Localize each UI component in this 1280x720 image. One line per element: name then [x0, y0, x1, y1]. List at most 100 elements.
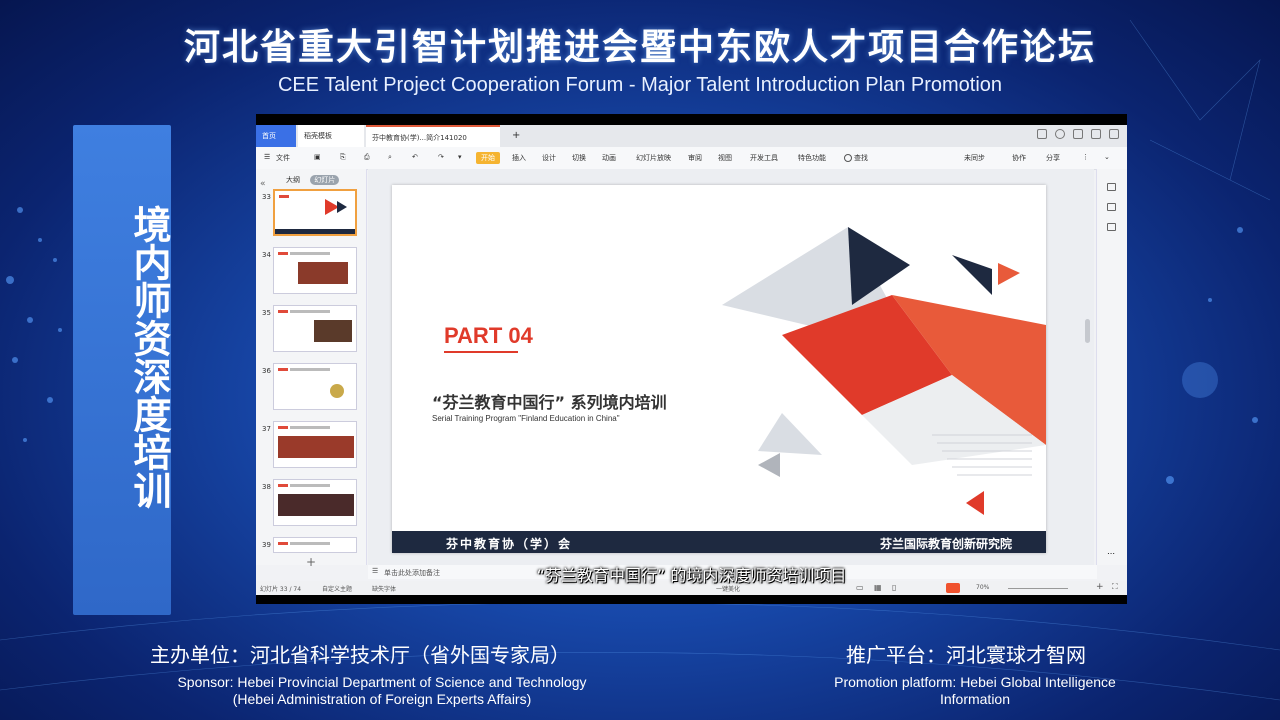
thumb-accent	[278, 368, 288, 371]
redo-icon[interactable]: ↷	[438, 153, 444, 161]
promo-english-line1: Promotion platform: Hebei Global Intelli…	[834, 674, 1116, 690]
search-box[interactable]: 查找	[844, 153, 868, 163]
chevron-down-icon[interactable]: ⌄	[1104, 153, 1110, 161]
footer-org-left: 芬中教育协（学）会	[446, 537, 573, 551]
ribbon-menu: ☰ 文件 ▣ ⎘ ⎙ ⌕ ↶ ↷ ▾ 开始 插入 设计 切换 动画 幻灯片放映 …	[256, 147, 1127, 170]
slide-graphics	[722, 227, 1046, 515]
thumb-accent	[278, 542, 288, 545]
undo-icon[interactable]: ↶	[412, 153, 418, 161]
menu-transition[interactable]: 切换	[572, 153, 586, 163]
slide-title-en: Serial Training Program "Finland Educati…	[432, 414, 620, 423]
thumb-photo	[314, 320, 352, 342]
part-label: PART 04	[444, 323, 533, 348]
thumb-graphic	[275, 199, 355, 234]
promo-english: Promotion platform: Hebei Global Intelli…	[820, 674, 1130, 708]
print-icon[interactable]: ⎙	[364, 153, 370, 162]
more-icon[interactable]: ▾	[458, 153, 462, 161]
search-icon	[844, 154, 852, 162]
right-toolbar: ⋯	[1096, 169, 1127, 565]
menu-review[interactable]: 审阅	[688, 153, 702, 163]
more-options-icon[interactable]: ⋮	[1082, 153, 1089, 161]
menu-insert[interactable]: 插入	[512, 153, 526, 163]
save-icon[interactable]: ▣	[314, 153, 321, 161]
thumb-accent	[278, 484, 288, 487]
menu-slideshow[interactable]: 幻灯片放映	[636, 153, 671, 163]
thumb-accent	[278, 310, 288, 313]
wps-app: 首页 稻壳模板 芬中教育协(学)...简介141020 + ☰ 文件 ▣ ⎘ ⎙…	[256, 125, 1127, 595]
sync-status[interactable]: 未同步	[964, 153, 985, 163]
maximize-icon[interactable]	[1091, 129, 1101, 139]
minimize-icon[interactable]	[1073, 129, 1083, 139]
host-english-line2: (Hebei Administration of Foreign Experts…	[232, 691, 532, 707]
collapse-icon[interactable]: «	[260, 179, 266, 189]
slide-number: 36	[262, 367, 271, 375]
collaborate-button[interactable]: 协作	[1012, 153, 1026, 163]
slide-thumbnail[interactable]	[273, 537, 357, 553]
current-slide[interactable]: PART 04 “芬兰教育中国行” 系列境内培训 Serial Training…	[392, 185, 1046, 553]
promo-english-line2: Information	[939, 691, 1011, 707]
slide-number: 38	[262, 483, 271, 491]
forum-title: 河北省重大引智计划推进会暨中东欧人才项目合作论坛	[183, 27, 1096, 68]
menu-file[interactable]: 文件	[276, 153, 290, 163]
panel-tabs: 大纲 幻灯片	[286, 175, 347, 185]
tab-document[interactable]: 芬中教育协(学)...简介141020	[366, 125, 500, 147]
slide-title-cn: “芬兰教育中国行” 系列境内培训	[432, 393, 667, 412]
menu-design[interactable]: 设计	[542, 153, 556, 163]
promo-label: 推广平台：河北寰球才智网	[846, 643, 1086, 667]
export-icon[interactable]: ⎘	[340, 153, 346, 162]
slide-canvas: PART 04 “芬兰教育中国行” 系列境内培训 Serial Training…	[368, 169, 1094, 565]
new-tab-button[interactable]: +	[506, 125, 526, 147]
footer-org-right: 芬兰国际教育创新研究院	[879, 537, 1012, 551]
thumb-accent	[278, 426, 288, 429]
slide-thumbnail[interactable]	[273, 479, 357, 526]
avatar[interactable]	[1055, 129, 1065, 139]
host-label: 主办单位：河北省科学技术厅（省外国专家局）	[150, 643, 570, 667]
menu-features[interactable]: 特色功能	[798, 153, 826, 163]
menu-animation[interactable]: 动画	[602, 153, 616, 163]
layout-icon[interactable]	[1037, 129, 1047, 139]
thumb-heading	[290, 484, 330, 487]
copy-icon[interactable]	[1107, 223, 1116, 231]
forum-subtitle: CEE Talent Project Cooperation Forum - M…	[277, 74, 1003, 96]
thumb-accent	[278, 252, 288, 255]
tab-home[interactable]: 首页	[256, 125, 296, 147]
thumb-heading	[290, 368, 330, 371]
vertical-scrollbar[interactable]	[1085, 319, 1090, 343]
side-panel-title: 境内师资深度培训	[127, 205, 171, 509]
preview-icon[interactable]: ⌕	[388, 153, 392, 162]
tab-templates[interactable]: 稻壳模板	[298, 125, 364, 147]
side-panel: 境内师资深度培训	[73, 125, 171, 615]
tab-outline[interactable]: 大纲	[286, 176, 300, 184]
slide-thumbnail[interactable]	[273, 189, 357, 236]
host-english-line1: Sponsor: Hebei Provincial Department of …	[177, 674, 587, 690]
more-options-icon[interactable]: ⋯	[1107, 549, 1116, 558]
slide-number: 33	[262, 193, 271, 201]
slide-thumbnail[interactable]	[273, 305, 357, 352]
search-label: 查找	[854, 154, 868, 162]
slide-number: 37	[262, 425, 271, 433]
window-controls	[1037, 129, 1119, 139]
host-english: Sponsor: Hebei Provincial Department of …	[172, 674, 592, 708]
slide-thumbnail[interactable]	[273, 363, 357, 410]
tab-bar: 首页 稻壳模板 芬中教育协(学)...简介141020 +	[256, 125, 1127, 147]
menu-icon[interactable]: ☰	[264, 153, 270, 161]
tab-slides[interactable]: 幻灯片	[310, 175, 340, 185]
zoom-slider[interactable]	[1008, 588, 1068, 589]
menu-home[interactable]: 开始	[476, 152, 500, 164]
slide-thumbnail-panel: « 大纲 幻灯片 33 34 35 36 37 38 39	[256, 169, 367, 565]
menu-view[interactable]: 视图	[718, 153, 732, 163]
properties-icon[interactable]	[1107, 183, 1116, 191]
thumb-chart	[330, 384, 344, 398]
part-underline	[444, 351, 518, 353]
thumb-heading	[290, 310, 330, 313]
thumb-heading	[290, 252, 330, 255]
close-icon[interactable]	[1109, 129, 1119, 139]
thumb-photo	[298, 262, 348, 284]
share-button[interactable]: 分享	[1046, 153, 1060, 163]
pen-icon[interactable]	[1107, 203, 1116, 211]
slide-thumbnail[interactable]	[273, 421, 357, 468]
menu-developer[interactable]: 开发工具	[750, 153, 778, 163]
slide-number: 35	[262, 309, 271, 317]
slide-thumbnail[interactable]	[273, 247, 357, 294]
video-caption: “芬兰教育中国行” 的境内深度师资培训项目	[536, 566, 847, 585]
